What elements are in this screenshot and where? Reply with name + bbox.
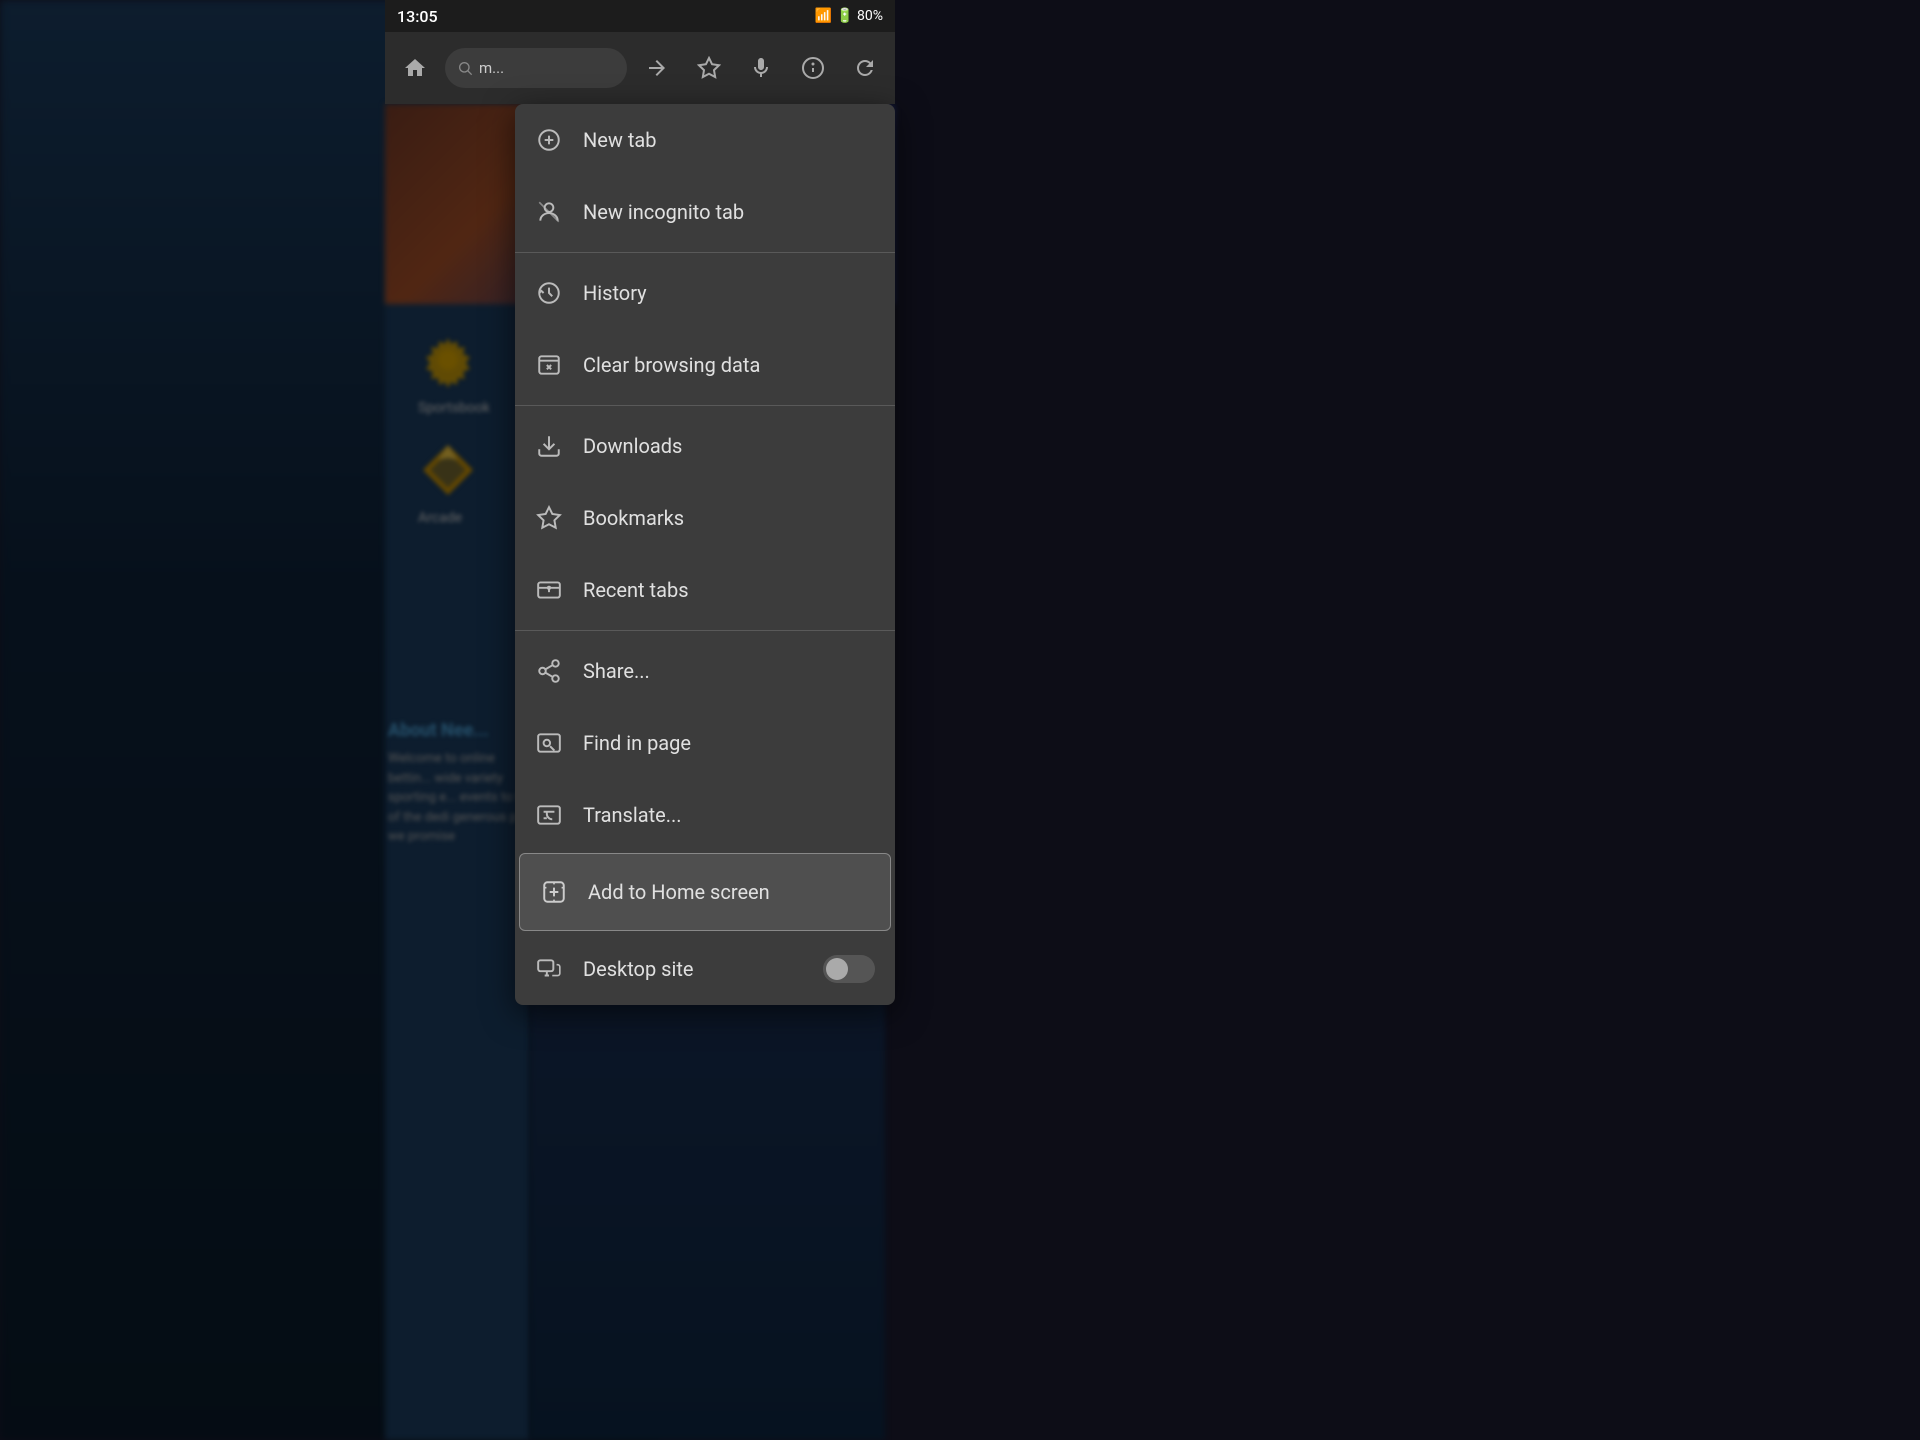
new-tab-icon xyxy=(535,126,563,154)
history-icon xyxy=(535,279,563,307)
history-label: History xyxy=(583,281,647,305)
status-time: 13:05 xyxy=(397,7,438,26)
incognito-icon xyxy=(535,198,563,226)
status-icons: 📶 🔋 80% xyxy=(815,8,883,24)
refresh-button[interactable] xyxy=(843,46,887,90)
share-icon xyxy=(535,657,563,685)
menu-item-new-tab[interactable]: New tab xyxy=(515,104,895,176)
new-tab-label: New tab xyxy=(583,128,657,152)
divider-2 xyxy=(515,405,895,406)
battery-icon: 🔋 80% xyxy=(836,8,883,24)
forward-button[interactable] xyxy=(635,46,679,90)
translate-icon xyxy=(535,801,563,829)
chrome-menu: New tab New incognito tab History xyxy=(515,104,895,1005)
bookmarks-icon xyxy=(535,504,563,532)
menu-item-translate[interactable]: Translate... xyxy=(515,779,895,851)
url-bar[interactable]: m... xyxy=(445,48,627,88)
menu-item-bookmarks[interactable]: Bookmarks xyxy=(515,482,895,554)
menu-item-incognito[interactable]: New incognito tab xyxy=(515,176,895,248)
menu-item-history[interactable]: History xyxy=(515,257,895,329)
desktop-icon xyxy=(535,955,563,983)
bookmark-button[interactable] xyxy=(687,46,731,90)
recent-tabs-label: Recent tabs xyxy=(583,578,689,602)
menu-item-recent-tabs[interactable]: Recent tabs xyxy=(515,554,895,626)
find-icon xyxy=(535,729,563,757)
signal-icon: 📶 xyxy=(815,8,832,24)
downloads-icon xyxy=(535,432,563,460)
divider-1 xyxy=(515,252,895,253)
incognito-label: New incognito tab xyxy=(583,200,744,224)
menu-item-desktop-site[interactable]: Desktop site xyxy=(515,933,895,1005)
menu-item-share[interactable]: Share... xyxy=(515,635,895,707)
share-label: Share... xyxy=(583,659,650,683)
bookmarks-label: Bookmarks xyxy=(583,506,684,530)
home-button[interactable] xyxy=(393,46,437,90)
downloads-label: Downloads xyxy=(583,434,682,458)
desktop-site-toggle[interactable] xyxy=(823,955,875,983)
status-bar: 13:05 📶 🔋 80% xyxy=(385,0,895,32)
add-home-label: Add to Home screen xyxy=(588,880,770,904)
add-home-icon xyxy=(540,878,568,906)
clear-label: Clear browsing data xyxy=(583,353,760,377)
find-label: Find in page xyxy=(583,731,691,755)
menu-item-downloads[interactable]: Downloads xyxy=(515,410,895,482)
menu-item-find[interactable]: Find in page xyxy=(515,707,895,779)
menu-overlay[interactable] xyxy=(0,0,1920,1440)
desktop-site-label: Desktop site xyxy=(583,957,693,981)
info-button[interactable] xyxy=(791,46,835,90)
clear-icon xyxy=(535,351,563,379)
menu-item-add-home[interactable]: Add to Home screen xyxy=(519,853,891,931)
divider-3 xyxy=(515,630,895,631)
menu-item-clear[interactable]: Clear browsing data xyxy=(515,329,895,401)
recent-tabs-icon xyxy=(535,576,563,604)
browser-toolbar: m... xyxy=(385,32,895,104)
url-text: m... xyxy=(479,59,504,77)
translate-label: Translate... xyxy=(583,803,682,827)
mic-button[interactable] xyxy=(739,46,783,90)
